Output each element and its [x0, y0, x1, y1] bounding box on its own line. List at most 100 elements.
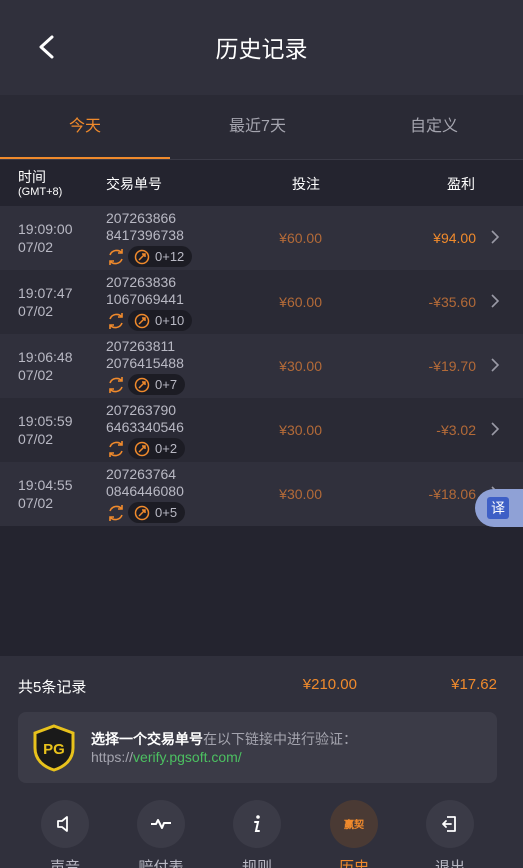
verify-instruction-bold: 选择一个交易单号 [91, 731, 203, 747]
translate-icon: 译 [487, 497, 509, 519]
spin-icon [134, 505, 150, 520]
svg-text:赢契: 赢契 [344, 818, 365, 831]
row-transaction-id-part1: 207263790 [106, 402, 177, 418]
column-header-bet: 投注 [292, 176, 320, 192]
free-spins-count: 0+2 [155, 441, 178, 456]
row-transaction-id-part1: 207263764 [106, 466, 177, 482]
tab-custom[interactable]: 自定义 [345, 95, 523, 159]
row-time: 19:04:55 [18, 477, 73, 493]
chevron-right-icon [491, 422, 500, 436]
pg-logo-icon: PG [33, 724, 75, 772]
table-row[interactable]: 19:09:00 07/02 207263866 8417396738 0+12 ¥… [0, 206, 523, 270]
row-profit: -¥35.60 [428, 294, 476, 310]
row-transaction-id-part2: 2076415488 [106, 355, 184, 371]
history-icon: 赢契 [344, 818, 365, 831]
info-icon [254, 815, 260, 832]
verify-instruction: 在以下链接中进行验证： [203, 731, 357, 747]
exit-button[interactable] [426, 800, 474, 848]
verify-url-prefix: https:// [91, 749, 134, 765]
refresh-icon [109, 441, 123, 457]
free-spins-count: 0+10 [155, 313, 185, 328]
table-header: 时间 (GMT+8) 交易单号 投注 盈利 [0, 160, 523, 206]
verify-link[interactable]: verify.pgsoft.com/ [133, 749, 242, 765]
row-transaction-id-part2: 1067069441 [106, 291, 184, 307]
row-transaction-id-part2: 0846446080 [106, 483, 184, 499]
row-transaction-id-part1: 207263866 [106, 210, 177, 226]
chevron-right-icon [491, 358, 500, 372]
refresh-icon [109, 313, 123, 329]
rules-button[interactable] [233, 800, 281, 848]
free-spins-badge: 0+7 [128, 374, 186, 395]
row-date: 07/02 [18, 239, 54, 255]
sound-button[interactable] [41, 800, 89, 848]
column-header-time: 时间 [18, 169, 46, 185]
tab-today[interactable]: 今天 [0, 95, 170, 159]
row-date: 07/02 [18, 495, 54, 511]
pulse-icon [151, 819, 171, 829]
speaker-icon [57, 816, 68, 832]
table-row[interactable]: 19:07:47 07/02 207263836 1067069441 0+10 ¥… [0, 270, 523, 334]
column-header-timezone: (GMT+8) [18, 186, 63, 198]
date-range-tabs: 今天 最近7天 自定义 [0, 95, 523, 160]
column-header-profit: 盈利 [447, 176, 475, 192]
row-profit: -¥3.02 [436, 422, 476, 438]
translate-button[interactable]: 译 [475, 489, 523, 527]
nav-label-paytable: 赔付表 [138, 859, 184, 868]
free-spins-badge: 0+5 [128, 502, 186, 523]
column-header-transaction-id: 交易单号 [106, 176, 162, 192]
free-spins-count: 0+5 [155, 505, 178, 520]
row-time: 19:09:00 [18, 221, 73, 237]
total-bet: ¥210.00 [302, 676, 357, 693]
row-time: 19:06:48 [18, 349, 73, 365]
row-date: 07/02 [18, 431, 54, 447]
tab-last-7-days[interactable]: 最近7天 [170, 95, 345, 159]
row-bet: ¥30.00 [279, 422, 322, 438]
nav-label-sound: 声音 [49, 859, 80, 868]
row-time: 19:05:59 [18, 413, 73, 429]
history-button[interactable]: 赢契 [330, 800, 378, 848]
row-transaction-id-part1: 207263836 [106, 274, 177, 290]
free-spins-badge: 0+2 [128, 438, 186, 459]
free-spins-count: 0+7 [155, 377, 178, 392]
refresh-icon [109, 377, 123, 393]
row-profit: ¥94.00 [433, 230, 476, 246]
spin-icon [134, 313, 150, 328]
spin-icon [134, 377, 150, 392]
row-bet: ¥30.00 [279, 358, 322, 374]
paytable-button[interactable] [137, 800, 185, 848]
header-bar: 历史记录 [0, 0, 523, 95]
chevron-right-icon [491, 230, 500, 244]
refresh-icon [109, 505, 123, 521]
bottom-nav: 声音 赔付表 规则 赢契 历史 退出 [0, 800, 523, 868]
active-tab-indicator [0, 157, 170, 159]
row-profit: -¥18.06 [428, 486, 476, 502]
total-profit: ¥17.62 [451, 676, 497, 693]
free-spins-badge: 0+12 [128, 246, 193, 267]
row-transaction-id-part2: 6463340546 [106, 419, 184, 435]
row-profit: -¥19.70 [428, 358, 476, 374]
nav-label-history: 历史 [338, 859, 369, 868]
free-spins-count: 0+12 [155, 249, 185, 264]
spin-icon [134, 441, 150, 456]
row-transaction-id-part1: 207263811 [106, 338, 176, 354]
page-title: 历史记录 [215, 36, 308, 62]
free-spins-badge: 0+10 [128, 310, 193, 331]
table-row[interactable]: 19:05:59 07/02 207263790 6463340546 0+2 ¥3… [0, 398, 523, 462]
chevron-right-icon [491, 294, 500, 308]
verify-card: PG 选择一个交易单号在以下链接中进行验证： https://verify.pg… [18, 712, 497, 783]
refresh-icon [109, 249, 123, 265]
table-row[interactable]: 19:06:48 07/02 207263811 2076415488 0+7 ¥3… [0, 334, 523, 398]
row-date: 07/02 [18, 367, 54, 383]
row-bet: ¥60.00 [279, 230, 322, 246]
row-time: 19:07:47 [18, 285, 73, 301]
nav-label-rules: 规则 [241, 859, 272, 868]
row-transaction-id-part2: 8417396738 [106, 227, 184, 243]
spin-icon [134, 249, 150, 264]
row-bet: ¥30.00 [279, 486, 322, 502]
exit-icon [442, 816, 456, 832]
row-date: 07/02 [18, 303, 54, 319]
table-row[interactable]: 19:04:55 07/02 207263764 0846446080 0+5 ¥3… [0, 462, 523, 526]
svg-text:PG: PG [43, 741, 65, 758]
record-count: 共5条记录 [18, 679, 87, 696]
row-bet: ¥60.00 [279, 294, 322, 310]
